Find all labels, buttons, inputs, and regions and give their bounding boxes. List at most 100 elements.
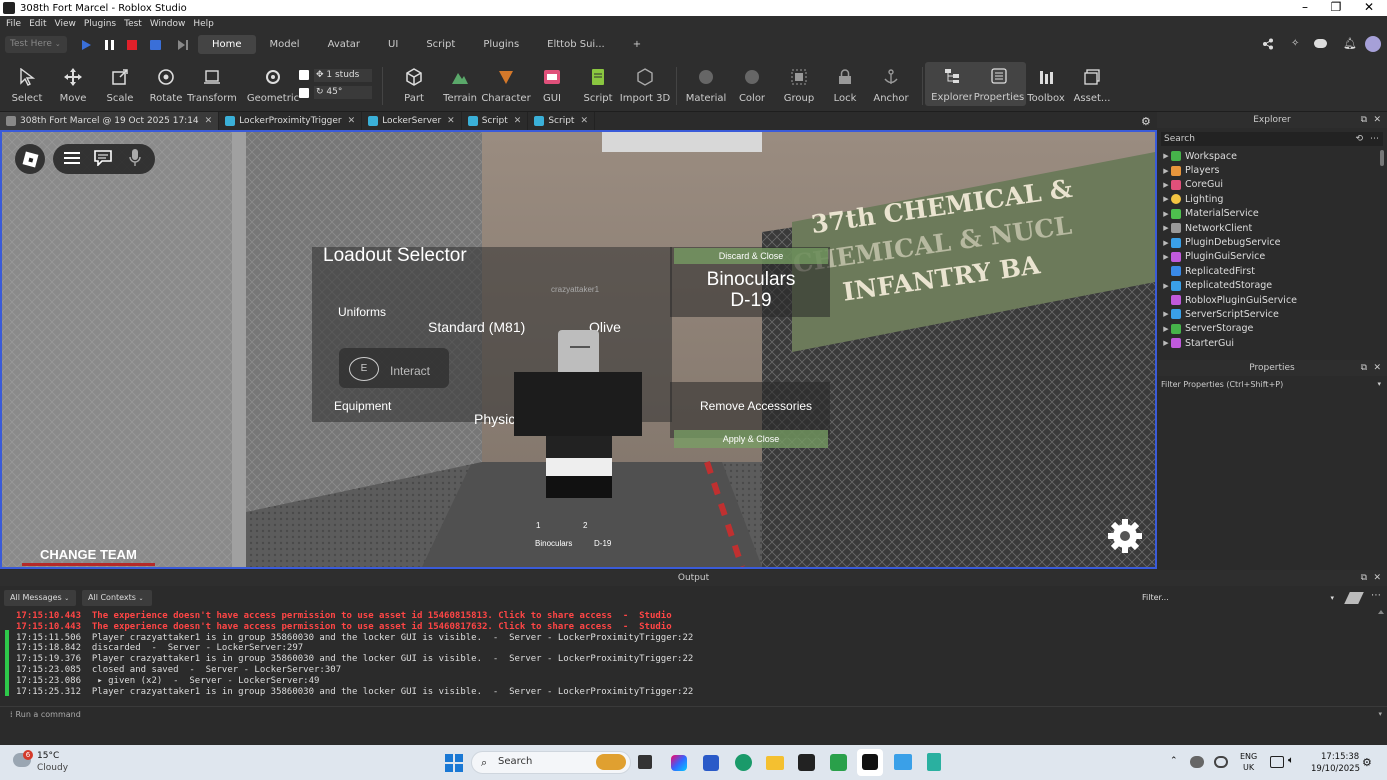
sync-icon[interactable] bbox=[1214, 756, 1228, 768]
notification-center-icon[interactable]: ⚙︎ bbox=[1362, 756, 1372, 769]
tree-item[interactable]: ▶ PluginDebugService bbox=[1161, 235, 1387, 249]
gear-icon[interactable] bbox=[1106, 517, 1144, 555]
tab-place[interactable]: 308th Fort Marcel @ 19 Oct 2025 17:14 ✕ bbox=[0, 112, 220, 130]
tree-item[interactable]: ▶ CoreGui bbox=[1161, 178, 1387, 192]
tree-item[interactable]: ReplicatedFirst bbox=[1161, 264, 1387, 278]
weather-temp[interactable]: 15°C bbox=[37, 751, 59, 761]
chevron-right-icon[interactable]: ▶ bbox=[1161, 325, 1171, 333]
game-viewport[interactable]: 37th CHEMICAL & CHEMICAL & NUCL INFANTRY… bbox=[0, 130, 1157, 569]
step-icon[interactable] bbox=[174, 36, 192, 53]
chevron-right-icon[interactable]: ▶ bbox=[1161, 224, 1171, 232]
tree-item[interactable]: ▶ PluginGuiService bbox=[1161, 250, 1387, 264]
tree-item[interactable]: ▶ Workspace bbox=[1161, 149, 1387, 163]
remove-accessories-button[interactable]: Remove Accessories bbox=[700, 399, 812, 413]
app-tray-icon[interactable] bbox=[1190, 756, 1204, 768]
menu-help[interactable]: Help bbox=[193, 19, 214, 29]
close-icon[interactable]: ✕ bbox=[1373, 112, 1381, 128]
log-line[interactable]: 17:15:10.443 The experience doesn't have… bbox=[16, 622, 693, 633]
tree-item[interactable]: ▶ ReplicatedStorage bbox=[1161, 279, 1387, 293]
pause-icon[interactable] bbox=[100, 36, 118, 53]
stop-icon[interactable] bbox=[123, 36, 141, 53]
degrees-stepper[interactable]: ↻ 45° bbox=[314, 86, 372, 99]
maximize-icon[interactable]: ❐ bbox=[1320, 0, 1352, 16]
tab-script-1[interactable]: Script ✕ bbox=[462, 112, 529, 130]
cloud-icon[interactable] bbox=[1314, 39, 1327, 48]
minimize-icon[interactable]: – bbox=[1289, 0, 1321, 16]
chevron-right-icon[interactable]: ▶ bbox=[1161, 253, 1171, 261]
chevron-right-icon[interactable]: ▶ bbox=[1161, 181, 1171, 189]
command-bar[interactable]: ⁞ Run a command ▾ bbox=[0, 706, 1387, 722]
popout-icon[interactable]: ⧉ bbox=[1361, 570, 1367, 586]
tab-plugins[interactable]: Plugins bbox=[469, 35, 533, 54]
menu-plugins[interactable]: Plugins bbox=[84, 19, 116, 29]
client-server-icon[interactable] bbox=[146, 36, 164, 53]
tab-locker-proximity-trigger[interactable]: LockerProximityTrigger ✕ bbox=[219, 112, 363, 130]
hamburger-menu-icon[interactable] bbox=[64, 151, 80, 165]
explorer-search-input[interactable]: Search ⟲ ⋯ bbox=[1161, 132, 1383, 146]
menu-file[interactable]: File bbox=[6, 19, 21, 29]
language-code[interactable]: ENG bbox=[1240, 752, 1257, 761]
notifications-icon[interactable]: 🔔︎ bbox=[1343, 37, 1357, 50]
tree-item[interactable]: ▶ ServerStorage bbox=[1161, 322, 1387, 336]
chevron-down-icon[interactable]: ▾ bbox=[1378, 707, 1382, 722]
chevron-right-icon[interactable]: ▶ bbox=[1161, 282, 1171, 290]
chevron-right-icon[interactable]: ▶ bbox=[1161, 210, 1171, 218]
log-line[interactable]: 17:15:23.086 ▸ given (x2) - Server - Loc… bbox=[16, 676, 693, 687]
chevron-down-icon[interactable]: ▾ bbox=[1330, 590, 1334, 606]
edge-icon[interactable] bbox=[735, 754, 752, 771]
log-line[interactable]: 17:15:10.443 The experience doesn't have… bbox=[16, 611, 693, 622]
file-explorer-icon[interactable] bbox=[766, 756, 784, 770]
menu-view[interactable]: View bbox=[55, 19, 76, 29]
anchor-tool[interactable]: Anchor bbox=[864, 63, 918, 104]
history-icon[interactable]: ⟲ bbox=[1355, 132, 1363, 146]
viewport-settings-icon[interactable]: ⚙ bbox=[1141, 115, 1151, 128]
test-mode-dropdown[interactable]: Test Here ⌄ bbox=[5, 36, 67, 53]
geometric-tool[interactable]: Geometric bbox=[246, 63, 300, 104]
share-icon[interactable] bbox=[1262, 38, 1274, 50]
chevron-right-icon[interactable]: ▶ bbox=[1161, 310, 1171, 318]
tree-item[interactable]: ▶ StarterGui bbox=[1161, 336, 1387, 350]
tab-ui[interactable]: UI bbox=[374, 35, 412, 54]
menu-edit[interactable]: Edit bbox=[29, 19, 46, 29]
windows-start-icon[interactable] bbox=[445, 754, 463, 772]
properties-filter-input[interactable]: Filter Properties (Ctrl+Shift+P) ▾ bbox=[1161, 378, 1383, 391]
chevron-down-icon[interactable]: ▾ bbox=[1377, 378, 1381, 391]
studs-stepper[interactable]: ✥ 1 studs bbox=[314, 69, 372, 82]
hotbar-slot-2[interactable]: D-19 bbox=[594, 539, 611, 548]
properties-toggle[interactable]: Properties bbox=[972, 62, 1026, 106]
more-icon[interactable]: ⋯ bbox=[1371, 590, 1381, 601]
tree-item[interactable]: ▶ Players bbox=[1161, 163, 1387, 177]
script-tool[interactable]: Script bbox=[571, 63, 625, 104]
language-region[interactable]: UK bbox=[1243, 763, 1254, 772]
clock-date[interactable]: 19/10/2025 bbox=[1311, 764, 1360, 774]
menu-test[interactable]: Test bbox=[124, 19, 142, 29]
all-messages-dropdown[interactable]: All Messages ⌄ bbox=[4, 590, 76, 606]
app-icon[interactable] bbox=[798, 754, 815, 771]
move-tool[interactable]: Move bbox=[46, 63, 100, 104]
uniforms-category[interactable]: Uniforms bbox=[338, 305, 386, 319]
asset-manager-toggle[interactable]: Asset... bbox=[1065, 63, 1119, 104]
menu-window[interactable]: Window bbox=[150, 19, 186, 29]
microphone-icon[interactable] bbox=[129, 149, 141, 167]
tab-script[interactable]: Script bbox=[412, 35, 469, 54]
tab-avatar[interactable]: Avatar bbox=[314, 35, 374, 54]
tab-elttob-suite[interactable]: Elttob Sui... bbox=[533, 35, 619, 54]
volume-icon[interactable]: 🔈︎ bbox=[1288, 755, 1294, 766]
roblox-menu-button[interactable] bbox=[15, 144, 45, 174]
output-scrollbar[interactable] bbox=[1378, 610, 1384, 700]
tab-script-2[interactable]: Script ✕ bbox=[528, 112, 595, 130]
apply-close-button[interactable]: Apply & Close bbox=[674, 430, 828, 448]
tree-item[interactable]: RobloxPluginGuiService bbox=[1161, 293, 1387, 307]
task-view-icon[interactable] bbox=[638, 755, 652, 769]
all-contexts-dropdown[interactable]: All Contexts ⌄ bbox=[82, 590, 152, 606]
chevron-right-icon[interactable]: ▶ bbox=[1161, 152, 1171, 160]
assistant-icon[interactable]: ✧ bbox=[1291, 38, 1303, 50]
uniform-option[interactable]: Standard (M81) bbox=[428, 319, 525, 335]
close-icon[interactable]: ✕ bbox=[1353, 0, 1385, 16]
app-icon[interactable] bbox=[830, 754, 847, 771]
popout-icon[interactable]: ⧉ bbox=[1361, 360, 1367, 376]
network-icon[interactable] bbox=[1270, 756, 1284, 768]
app-icon[interactable] bbox=[894, 754, 912, 770]
store-icon[interactable] bbox=[703, 755, 719, 771]
play-icon[interactable] bbox=[77, 36, 95, 53]
